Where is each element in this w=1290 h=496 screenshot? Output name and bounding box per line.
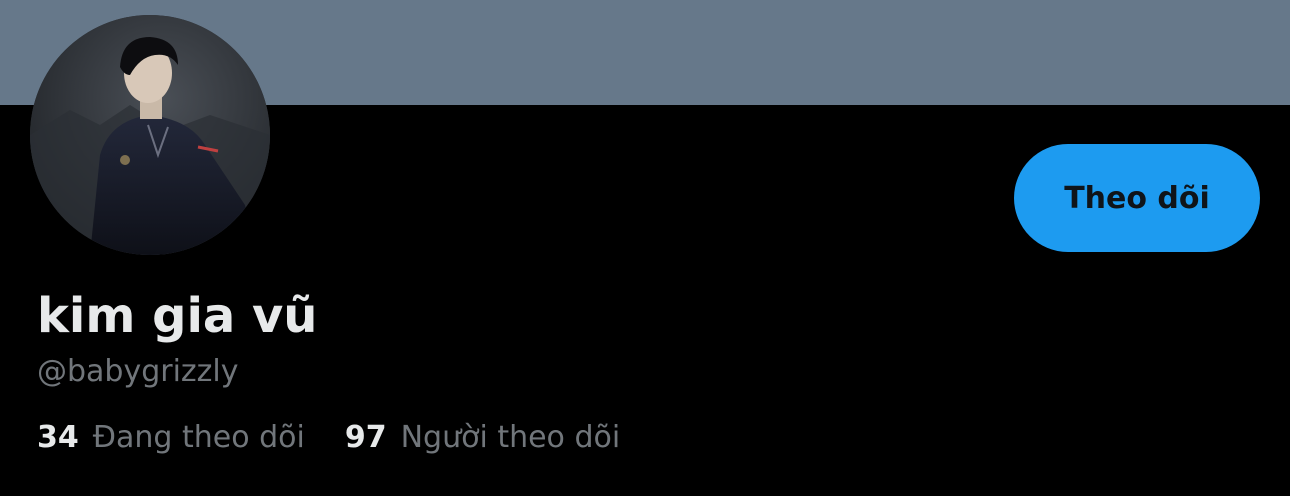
user-handle: @babygrizzly <box>37 354 239 389</box>
followers-link[interactable]: 97 Người theo dõi <box>345 418 620 458</box>
display-name: kim gia vũ <box>37 288 318 344</box>
followers-label: Người theo dõi <box>400 420 621 455</box>
followers-count: 97 <box>344 420 387 455</box>
profile-header: Theo dõi kim gia vũ @babygrizzly 34 Đang… <box>0 0 1290 496</box>
follow-button[interactable]: Theo dõi <box>1014 144 1260 252</box>
following-link[interactable]: 34 Đang theo dõi <box>37 418 305 458</box>
avatar[interactable] <box>30 15 270 255</box>
avatar-photo <box>30 15 270 255</box>
following-label: Đang theo dõi <box>92 420 305 455</box>
profile-stats: 34 Đang theo dõi 97 Người theo dõi <box>37 418 620 458</box>
following-count: 34 <box>37 420 79 455</box>
